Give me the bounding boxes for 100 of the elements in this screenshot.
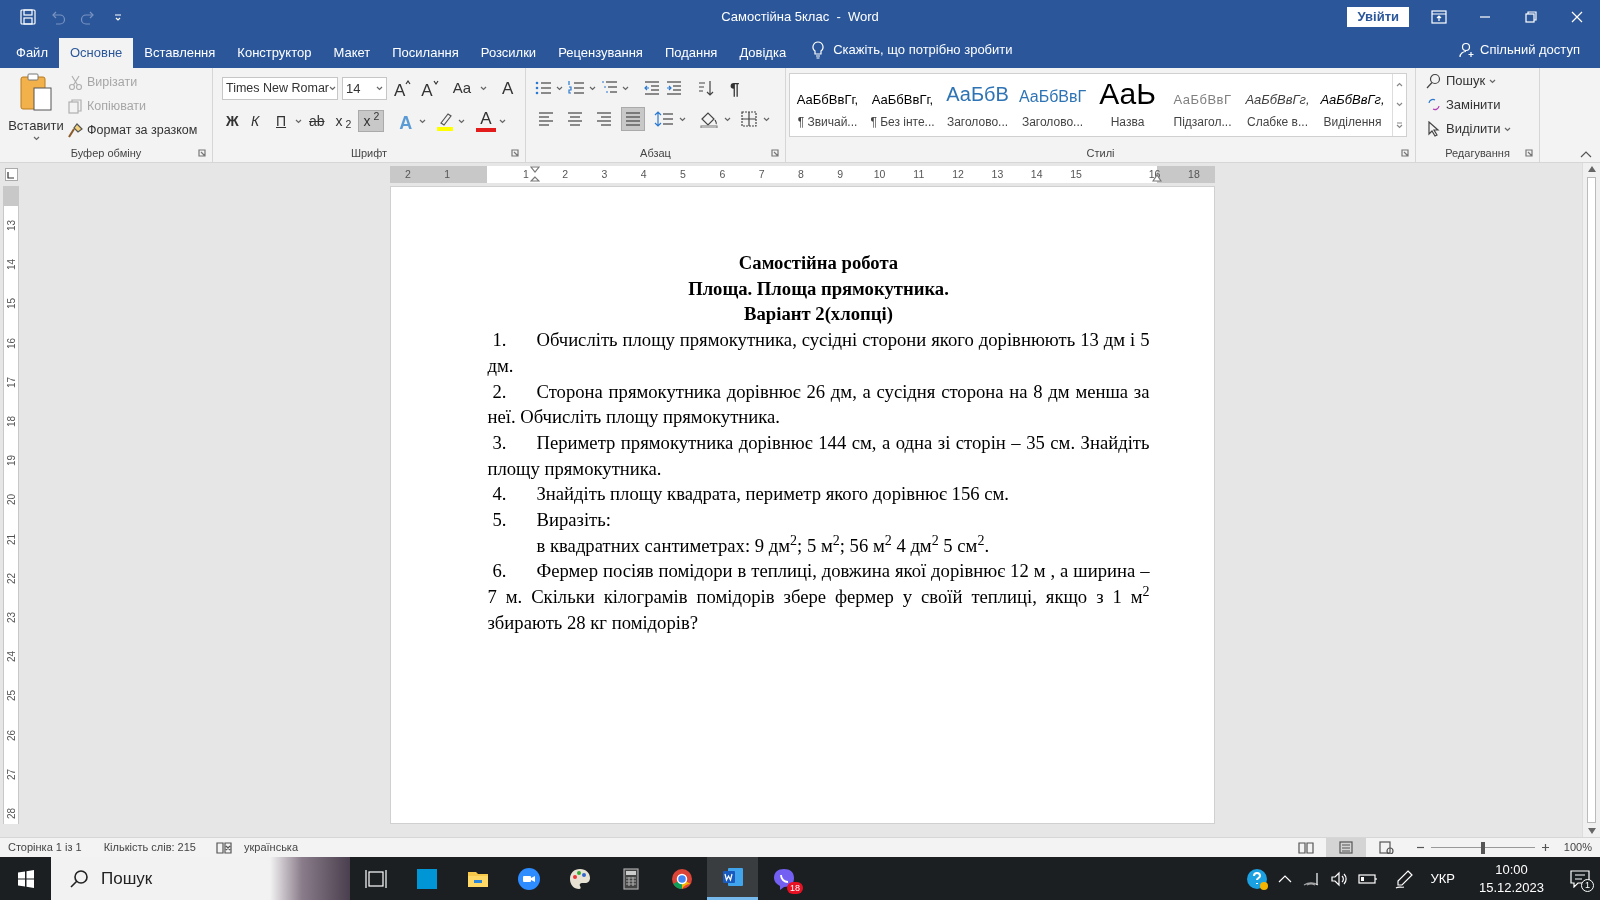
style-item[interactable]: АаБбВвГ Заголово... — [1015, 74, 1090, 136]
ribbon-tab[interactable]: Вставлення — [133, 38, 227, 68]
bold-button[interactable]: Ж — [222, 110, 244, 132]
increase-indent-icon[interactable] — [665, 79, 683, 97]
decrease-indent-icon[interactable] — [643, 79, 661, 97]
clear-formatting-button[interactable]: A — [497, 77, 519, 100]
clock[interactable]: 10:00 15.12.2023 — [1478, 860, 1544, 897]
ribbon-tab[interactable]: Довідка — [728, 38, 798, 68]
tell-me-search[interactable]: Скажіть, що потрібно зробити — [811, 33, 1013, 68]
collapse-ribbon-icon[interactable] — [1580, 150, 1592, 158]
proofing-icon[interactable] — [215, 841, 232, 854]
ribbon-tab[interactable]: Рецензування — [547, 38, 654, 68]
style-item[interactable]: АаБбВ Заголово... — [940, 74, 1015, 136]
taskbar-search-field[interactable]: Пошук — [51, 857, 350, 900]
more-styles-icon[interactable] — [1396, 121, 1403, 129]
select-button[interactable]: Виділити — [1426, 119, 1539, 139]
strikethrough-button[interactable]: ab — [305, 110, 329, 132]
ribbon-tab[interactable]: Подання — [653, 38, 729, 68]
notification-center-button[interactable]: 1 — [1560, 857, 1600, 900]
borders-icon[interactable] — [740, 110, 758, 128]
font-name-field[interactable]: Times New Romar — [222, 77, 338, 100]
wifi-icon[interactable] — [1302, 870, 1321, 887]
font-size-field[interactable]: 14 — [342, 77, 387, 100]
ribbon-tab[interactable]: Основне — [58, 38, 134, 68]
word-count[interactable]: Кількість слів: 215 — [103, 839, 196, 856]
style-preview: АаБбВ — [946, 82, 1009, 107]
input-language[interactable]: УКР — [1430, 868, 1455, 889]
find-button[interactable]: Пошук — [1426, 71, 1539, 91]
ribbon-tab[interactable]: Посилання — [381, 38, 470, 68]
close-icon[interactable] — [1571, 10, 1583, 23]
style-item[interactable]: АаБбВвГ Підзагол... — [1165, 74, 1240, 136]
sign-in-button[interactable]: Увійти — [1347, 6, 1409, 27]
ribbon-tab[interactable]: Конструктор — [226, 38, 323, 68]
style-item[interactable]: АаБбВвГг, ¶ Без інте... — [865, 74, 940, 136]
scrollbar-thumb[interactable] — [1587, 177, 1596, 823]
zoom-level[interactable]: 100% — [1563, 839, 1592, 856]
style-item[interactable]: АаБбВвГг, ¶ Звичай... — [790, 74, 865, 136]
lightbulb-icon — [811, 40, 826, 59]
align-justify-button[interactable] — [621, 107, 645, 131]
language-indicator[interactable]: українська — [243, 839, 299, 856]
style-item[interactable]: АаЬ Назва — [1090, 74, 1165, 136]
speaker-icon[interactable] — [1330, 870, 1349, 887]
style-item[interactable]: АаБбВвГг, Слабке в... — [1240, 74, 1315, 136]
shading-icon[interactable] — [699, 110, 719, 128]
sort-icon[interactable] — [697, 79, 715, 97]
ribbon-tab[interactable]: Макет — [322, 38, 382, 68]
scroll-down-icon[interactable] — [1396, 101, 1403, 107]
dialog-launcher-icon[interactable] — [198, 149, 206, 157]
heading: Самостійна робота — [737, 251, 900, 275]
ribbon-display-options-icon[interactable] — [1431, 9, 1447, 24]
shrink-font-button[interactable]: A — [418, 77, 442, 100]
tab-stop-selector[interactable] — [4, 168, 18, 181]
vertical-scrollbar[interactable] — [1582, 163, 1600, 837]
numbering-icon[interactable] — [567, 79, 585, 97]
style-item[interactable]: АаБбВвГг, Виділення — [1315, 74, 1390, 136]
pen-icon[interactable] — [1394, 868, 1415, 889]
taskbar-app-button[interactable]: 18 — [758, 857, 809, 900]
subscript-button[interactable]: x$_{2}$ — [331, 110, 356, 132]
line-spacing-icon[interactable] — [654, 110, 674, 128]
restore-icon[interactable] — [1525, 10, 1537, 23]
dialog-launcher-icon[interactable] — [1401, 149, 1409, 157]
ribbon-tab[interactable]: Файл — [5, 38, 59, 68]
ruler-number: 1 — [444, 167, 451, 182]
list-item: 6. Фермер посіяв помідори в теплиці, довжина якої дорівнює 12 м , а ширина – 7 м. Скільки кілограмів помідорів збере фермер у своїй теплиці, якщо з 1 м$^{2}$ збирають 28 кг помідорів? — [487, 559, 1150, 635]
indent-marker-icon[interactable] — [529, 166, 540, 183]
zoom-slider-thumb[interactable] — [1480, 841, 1485, 854]
dialog-launcher-icon[interactable] — [511, 149, 519, 157]
share-button[interactable]: Спільний доступ — [1459, 33, 1580, 68]
chevron-up-icon[interactable] — [1278, 874, 1293, 883]
bullets-icon[interactable] — [534, 79, 552, 97]
paste-button[interactable]: Вставити — [6, 72, 66, 144]
battery-icon[interactable] — [1358, 872, 1379, 885]
scroll-up-icon[interactable] — [1396, 81, 1403, 87]
replace-button[interactable]: Замінити — [1426, 95, 1539, 115]
align-justify-icon — [624, 110, 642, 128]
superscript-button[interactable]: x$^{2}$ — [358, 110, 385, 132]
underline-button[interactable]: П — [272, 110, 294, 132]
ribbon-tab[interactable]: Розсилки — [469, 38, 548, 68]
scroll-up-arrow-icon[interactable] — [1586, 165, 1597, 173]
change-case-button[interactable]: Aa — [447, 77, 477, 100]
italic-button[interactable]: К — [247, 110, 269, 132]
dialog-launcher-icon[interactable] — [1525, 149, 1533, 157]
ruler-number: 15 — [1070, 167, 1082, 182]
ruler-number: 3 — [601, 167, 608, 182]
format-painter-button[interactable]: Формат за зразком — [68, 120, 198, 140]
scroll-down-arrow-icon[interactable] — [1586, 827, 1597, 835]
zoom-in-icon[interactable] — [1540, 843, 1550, 852]
speech-bubble-icon — [1570, 869, 1590, 888]
ruler-number: 19 — [5, 454, 18, 468]
show-formatting-marks-button[interactable]: ¶ — [725, 77, 745, 99]
grow-font-button[interactable]: A — [391, 77, 415, 100]
print-layout-button[interactable] — [1325, 838, 1366, 857]
font-color-button[interactable]: A — [476, 110, 496, 132]
dialog-launcher-icon[interactable] — [771, 149, 779, 157]
ruler-number: 6 — [719, 167, 726, 182]
save-icon[interactable] — [19, 7, 37, 26]
ruler-number: 15 — [5, 297, 18, 311]
help-icon[interactable] — [1246, 867, 1269, 890]
page-count[interactable]: Сторінка 1 із 1 — [8, 839, 82, 856]
highlighter-icon[interactable] — [435, 111, 456, 131]
